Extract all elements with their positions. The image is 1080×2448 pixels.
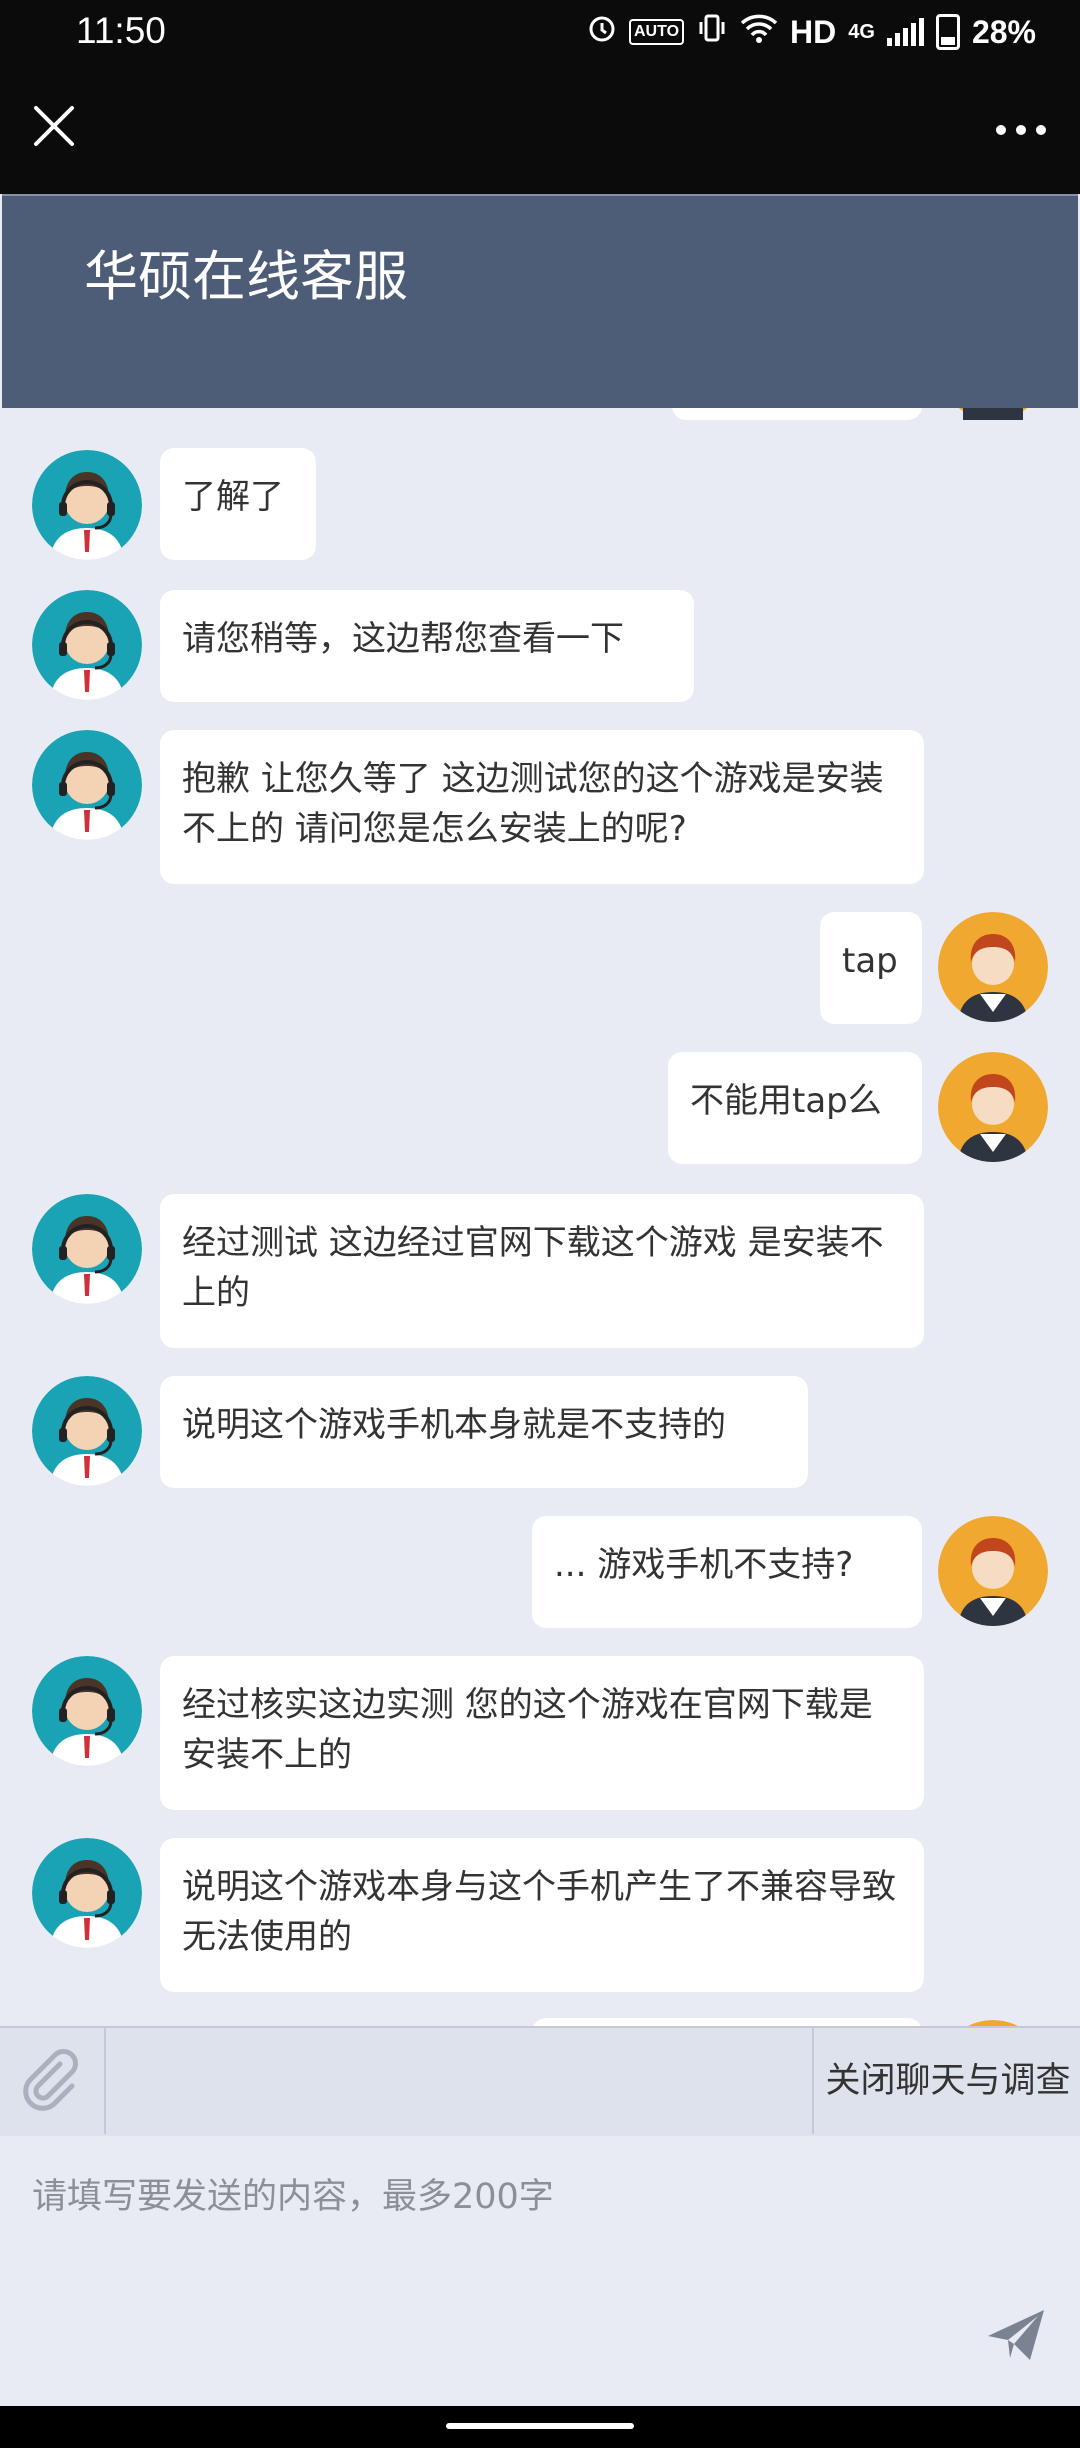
user-avatar-partial <box>938 406 1048 420</box>
message-bubble-agent: 请您稍等，这边帮您查看一下 <box>160 590 694 702</box>
agent-avatar <box>32 450 142 560</box>
message-bubble-partial <box>532 2018 922 2026</box>
battery-percent: 28% <box>971 13 1036 50</box>
network-label: 4G <box>848 20 875 43</box>
agent-avatar <box>32 1194 142 1304</box>
agent-avatar <box>32 1838 142 1948</box>
message-list[interactable]: 了解了 请您稍等，这边帮您查看一下 抱歉 让您久等了 这边测试您的这个游戏是安装… <box>0 406 1080 2026</box>
close-chat-survey-button[interactable]: 关闭聊天与调查 <box>812 2028 1080 2134</box>
message-input[interactable] <box>30 2166 934 2228</box>
battery-icon <box>935 14 960 50</box>
agent-avatar <box>32 1656 142 1766</box>
status-icons: AUTO HD 4G 28% <box>587 12 1036 52</box>
status-time: 11:50 <box>76 10 166 51</box>
send-icon[interactable] <box>984 2304 1048 2366</box>
message-bubble-agent: 说明这个游戏本身与这个手机产生了不兼容导致无法使用的 <box>160 1838 924 1992</box>
wifi-icon <box>740 12 778 52</box>
message-bubble-agent: 了解了 <box>160 448 316 560</box>
message-bubble-user: ... 游戏手机不支持? <box>532 1516 922 1628</box>
vibrate-icon <box>696 13 728 51</box>
chat-toolbar: 关闭聊天与调查 <box>0 2026 1080 2138</box>
system-nav-bar <box>0 2406 1080 2448</box>
composer <box>0 2136 1080 2406</box>
agent-avatar <box>32 730 142 840</box>
chat-header: 华硕在线客服 <box>2 194 1078 408</box>
message-bubble-agent: 经过测试 这边经过官网下载这个游戏 是安装不上的 <box>160 1194 924 1348</box>
close-icon[interactable] <box>30 102 78 150</box>
home-handle[interactable] <box>446 2423 634 2429</box>
message-bubble-partial <box>672 406 922 420</box>
message-bubble-user: tap <box>820 912 922 1024</box>
user-avatar <box>938 912 1048 1022</box>
more-dots-icon[interactable] <box>996 116 1052 144</box>
agent-avatar <box>32 590 142 700</box>
status-bar: 11:50 AUTO HD 4G 28% <box>0 0 1080 66</box>
signal-icon <box>886 18 924 46</box>
message-bubble-agent: 说明这个游戏手机本身就是不支持的 <box>160 1376 808 1488</box>
chat-title: 华硕在线客服 <box>84 245 408 308</box>
message-bubble-user: 不能用tap么 <box>668 1052 922 1164</box>
user-avatar <box>938 1516 1048 1626</box>
app-bar <box>0 66 1080 194</box>
message-bubble-agent: 抱歉 让您久等了 这边测试您的这个游戏是安装不上的 请问您是怎么安装上的呢? <box>160 730 924 884</box>
agent-avatar <box>32 1376 142 1486</box>
message-bubble-agent: 经过核实这边实测 您的这个游戏在官网下载是安装不上的 <box>160 1656 924 1810</box>
hd-label: HD <box>790 13 837 50</box>
alarm-icon <box>587 13 617 51</box>
paperclip-icon[interactable] <box>0 2028 106 2134</box>
auto-hz-icon: AUTO <box>629 19 685 45</box>
user-avatar <box>938 1052 1048 1162</box>
